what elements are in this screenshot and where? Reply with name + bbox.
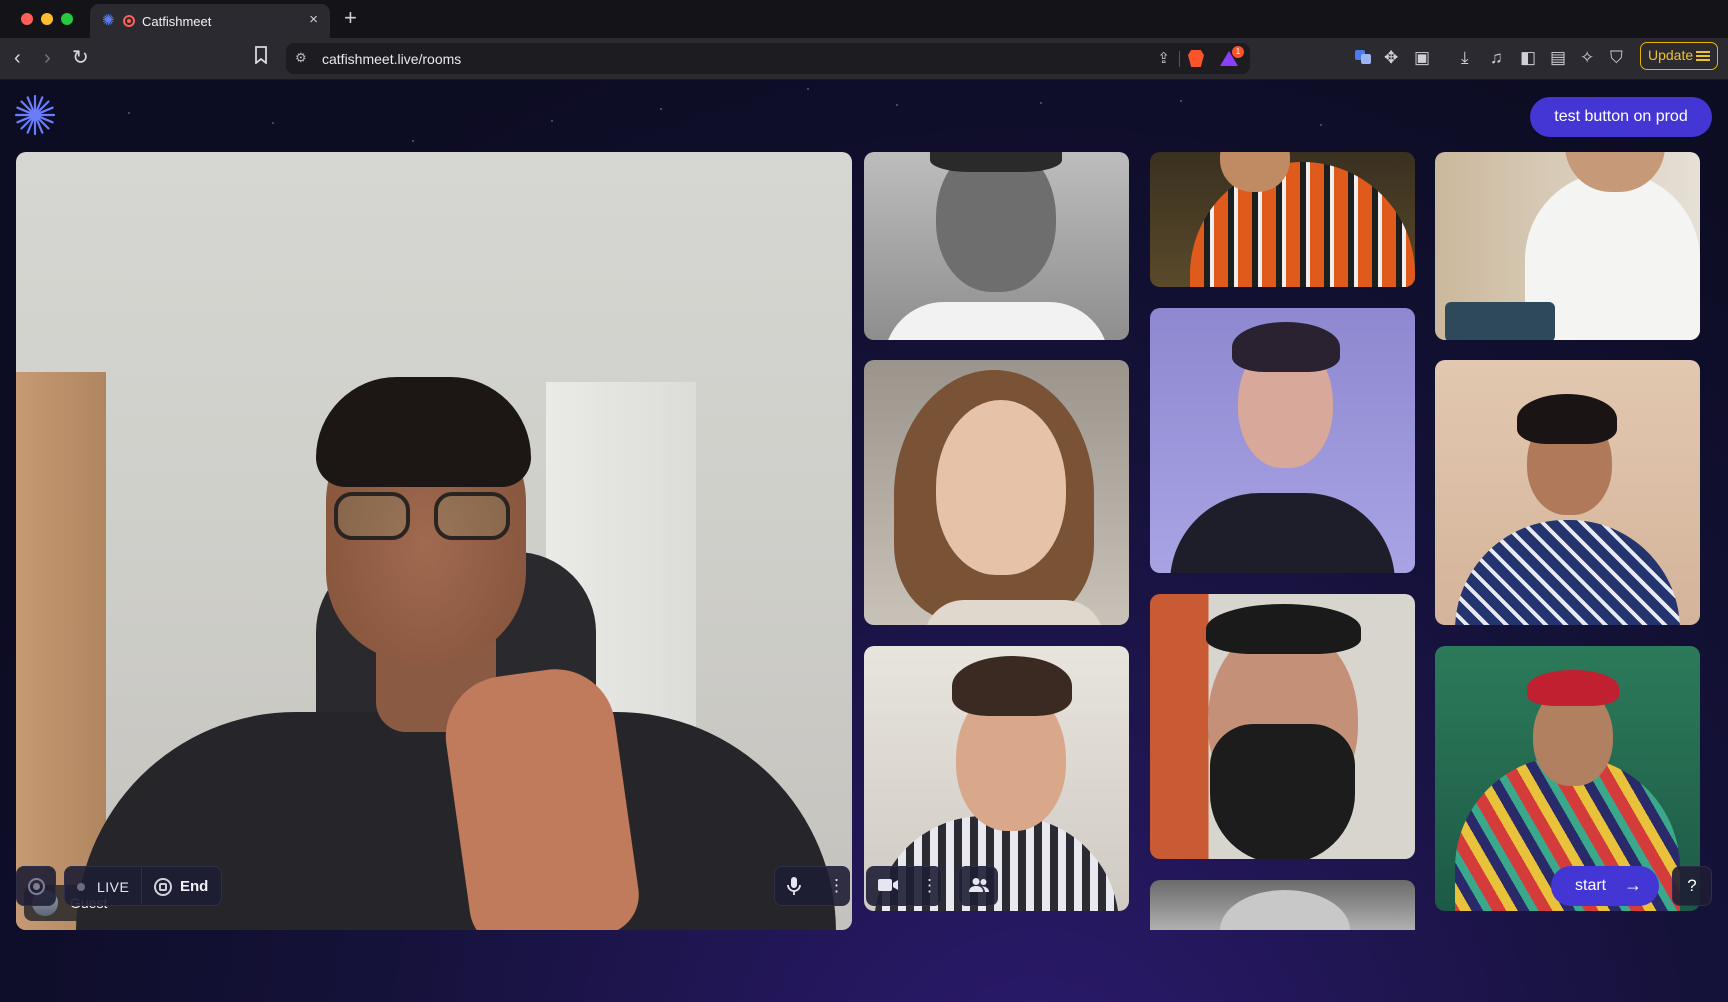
- reader-icon[interactable]: ▣: [1414, 48, 1430, 68]
- participant-tile[interactable]: [1150, 594, 1415, 859]
- start-button[interactable]: start →: [1551, 866, 1659, 906]
- translate-icon[interactable]: [1354, 48, 1372, 71]
- bookmark-icon[interactable]: [254, 46, 268, 71]
- tab-close-icon[interactable]: ×: [309, 12, 318, 28]
- minimize-window-button[interactable]: [41, 13, 53, 25]
- rewards-badge: 1: [1232, 46, 1244, 58]
- live-status-icon: [77, 883, 85, 891]
- test-button[interactable]: test button on prod: [1530, 97, 1712, 137]
- app-page: test button on prod Guest: [0, 80, 1728, 1002]
- back-icon[interactable]: ‹: [14, 46, 21, 70]
- participant-tile[interactable]: [1150, 880, 1415, 930]
- people-icon: [968, 877, 990, 898]
- participant-tile[interactable]: [1150, 152, 1415, 287]
- sidebar-icon[interactable]: ◧: [1520, 48, 1536, 68]
- live-button[interactable]: LIVE: [65, 867, 141, 905]
- download-icon[interactable]: ⤓: [1461, 48, 1469, 68]
- participant-tile[interactable]: [1150, 308, 1415, 573]
- recording-icon: [123, 15, 135, 27]
- tab-title: Catfishmeet: [142, 14, 212, 29]
- stop-icon: [154, 878, 172, 896]
- microphone-icon[interactable]: [786, 876, 802, 901]
- camera-options-icon[interactable]: ⋮: [921, 876, 938, 896]
- new-tab-button[interactable]: +: [344, 7, 357, 29]
- participant-tile[interactable]: [1435, 152, 1700, 340]
- address-bar[interactable]: ⚙ catfishmeet.live/rooms ⇪ 1: [286, 43, 1250, 74]
- end-button[interactable]: End: [142, 867, 222, 905]
- browser-titlebar: ✺ Catfishmeet × +: [0, 0, 1728, 38]
- live-control-group: LIVE End: [64, 866, 222, 906]
- camera-control-group: ⋮: [866, 866, 942, 906]
- live-label: LIVE: [97, 879, 130, 895]
- catfishmeet-logo-icon[interactable]: [14, 94, 56, 136]
- participant-tile[interactable]: [864, 152, 1129, 340]
- participant-tile[interactable]: [864, 360, 1129, 625]
- forward-icon[interactable]: ›: [44, 46, 51, 70]
- share-icon[interactable]: ⇪: [1157, 49, 1170, 67]
- site-settings-icon[interactable]: ⚙: [295, 50, 307, 66]
- reload-icon[interactable]: ↻: [72, 46, 89, 70]
- brave-shields-icon[interactable]: [1188, 50, 1204, 67]
- maximize-window-button[interactable]: [61, 13, 73, 25]
- camera-icon[interactable]: [877, 877, 899, 898]
- main-video-tile[interactable]: Guest: [16, 152, 852, 930]
- update-button[interactable]: Update: [1640, 42, 1718, 70]
- help-button[interactable]: ?: [1672, 866, 1712, 906]
- catfishmeet-favicon-icon: ✺: [102, 12, 115, 29]
- start-label: start: [1575, 877, 1607, 894]
- close-window-button[interactable]: [21, 13, 33, 25]
- record-toggle-button[interactable]: [16, 866, 56, 906]
- browser-tab[interactable]: ✺ Catfishmeet ×: [90, 4, 330, 38]
- update-label: Update: [1648, 47, 1694, 63]
- microphone-options-icon[interactable]: ⋮: [828, 876, 845, 896]
- participant-tile[interactable]: [1435, 360, 1700, 625]
- vpn-icon[interactable]: ⛉: [1610, 48, 1623, 68]
- participants-button[interactable]: [958, 866, 998, 906]
- browser-toolbar: ‹ › ↻ ⚙ catfishmeet.live/rooms ⇪ 1 ✥ ▣ ⤓…: [0, 38, 1728, 80]
- media-icon[interactable]: ♫: [1490, 48, 1503, 68]
- wallet-icon[interactable]: ▤: [1550, 48, 1566, 68]
- url-text[interactable]: catfishmeet.live/rooms: [322, 51, 461, 67]
- arrow-right-icon: →: [1624, 875, 1642, 895]
- menu-icon: [1696, 51, 1710, 61]
- leo-ai-icon[interactable]: ✧: [1580, 48, 1594, 68]
- microphone-control-group: ⋮: [774, 866, 850, 906]
- divider: [1179, 51, 1180, 67]
- end-label: End: [180, 878, 209, 895]
- record-icon: [28, 878, 45, 895]
- extensions-icon[interactable]: ✥: [1384, 48, 1398, 68]
